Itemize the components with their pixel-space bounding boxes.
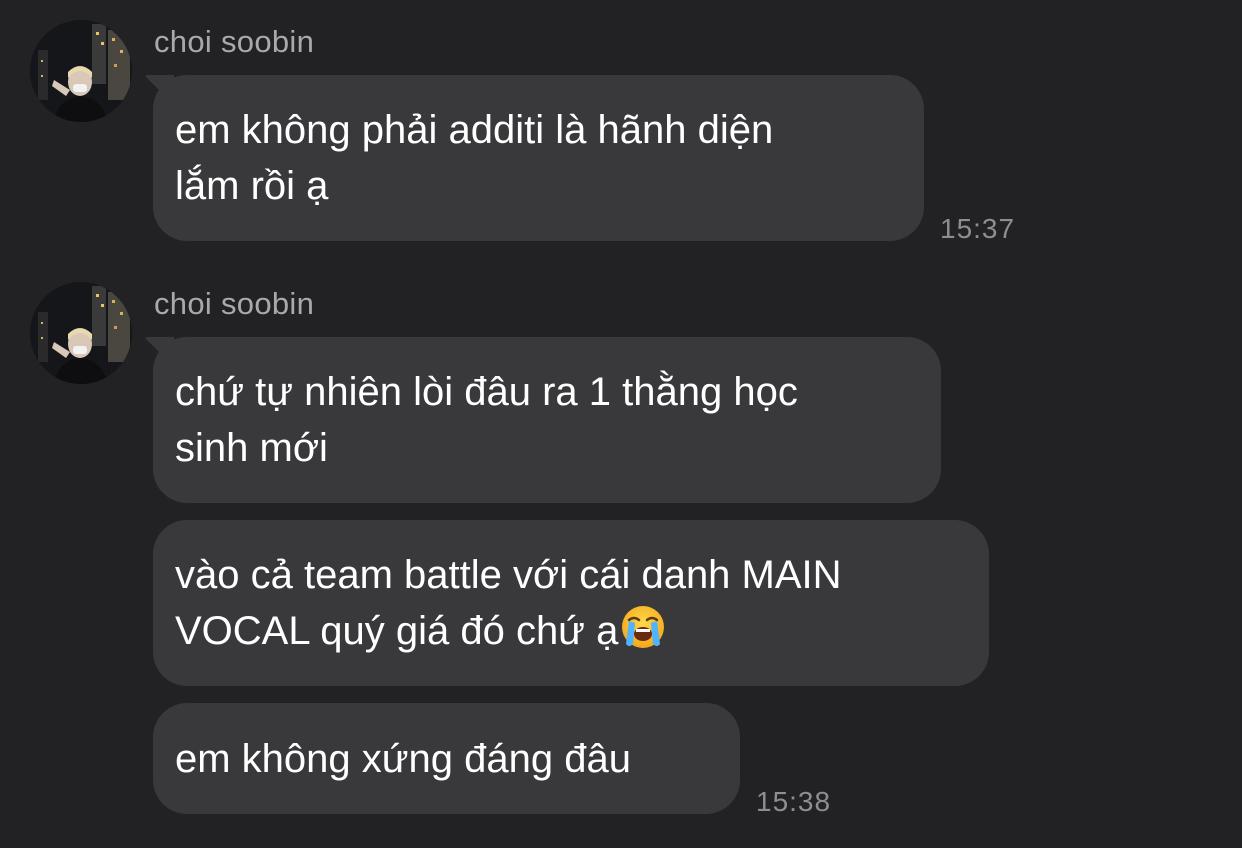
message-bubble[interactable]: em không phải additi là hãnh diện lắm rồ… — [153, 75, 924, 241]
avatar[interactable] — [30, 282, 132, 384]
avatar[interactable] — [30, 20, 132, 122]
message-text: sinh mới — [175, 426, 328, 470]
sender-name: choi soobin — [154, 24, 315, 59]
message-bubble[interactable]: em không xứng đáng đâu — [153, 703, 740, 814]
message-text: lắm rồi ạ — [175, 164, 329, 208]
message-timestamp: 15:37 — [940, 213, 1016, 244]
avatar-photo-icon — [30, 20, 132, 122]
message-text: VOCAL quý giá đó chứ ạ — [175, 609, 619, 653]
message-text: em không phải additi là hãnh diện — [175, 108, 774, 152]
sender-name: choi soobin — [154, 286, 315, 321]
message-text: chứ tự nhiên lòi đâu ra 1 thằng học — [175, 370, 798, 414]
avatar-photo-icon — [30, 282, 132, 384]
loudly-crying-face-icon — [622, 606, 665, 648]
chat-screen: choi soobin em không phải additi là hãnh… — [0, 0, 1242, 848]
message-text: vào cả team battle với cái danh MAIN — [175, 553, 842, 597]
message-bubble[interactable]: chứ tự nhiên lòi đâu ra 1 thằng học sinh… — [153, 337, 941, 503]
message-timestamp: 15:38 — [756, 786, 832, 817]
message-bubble[interactable]: vào cả team battle với cái danh MAIN VOC… — [153, 520, 989, 686]
message-text: em không xứng đáng đâu — [175, 737, 631, 781]
